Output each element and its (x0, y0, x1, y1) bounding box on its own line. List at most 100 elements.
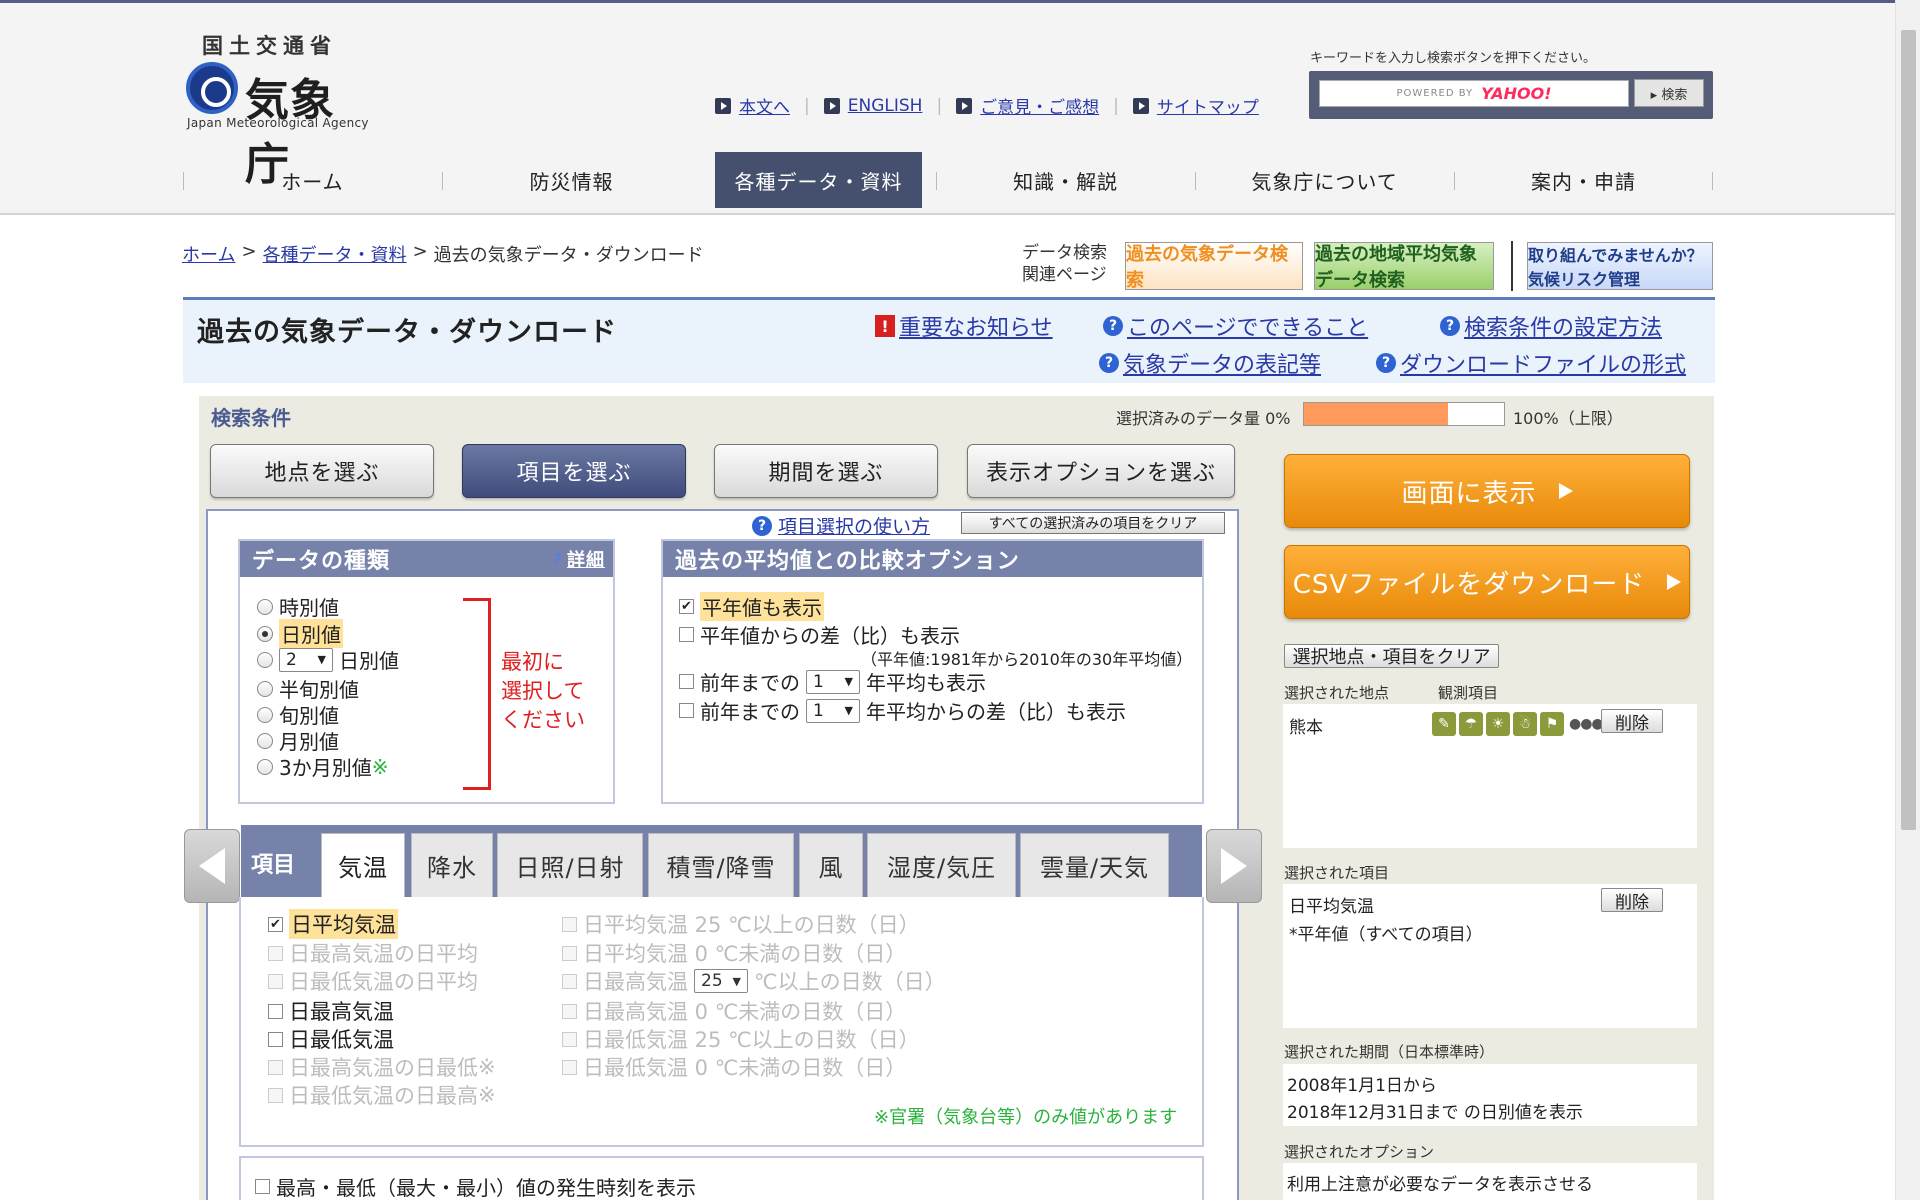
nav-data-materials[interactable]: 各種データ・資料 (714, 152, 923, 208)
radio-icon[interactable] (257, 732, 273, 749)
tab-precipitation[interactable]: 降水 (411, 833, 493, 897)
radio-decade[interactable]: 旬別値 (257, 700, 339, 729)
important-notice-link[interactable]: 重要なお知らせ (899, 310, 1053, 342)
checkbox[interactable] (268, 1031, 283, 1047)
item-days-mean-above-25[interactable]: 日平均気温 25 ℃以上の日数（日） (562, 909, 920, 939)
select-station-button[interactable]: 地点を選ぶ (210, 444, 434, 498)
search-input[interactable]: POWERED BY YAHOO! (1319, 80, 1629, 107)
radio-daily[interactable]: 日別値 (257, 619, 343, 648)
radio-3-months[interactable]: 3か月別値 ※ (257, 752, 389, 781)
nav-disaster-info[interactable]: 防災情報 (441, 152, 701, 208)
item-days-max-below-0[interactable]: 日最高気温 0 ℃未満の日数（日） (562, 996, 906, 1026)
n-days-select[interactable]: 2 ▼ (279, 647, 333, 672)
what-you-can-do-link[interactable]: このページでできること (1127, 310, 1368, 342)
data-type-detail-link[interactable]: 詳細 (567, 546, 605, 572)
delete-station-button[interactable]: 削除 (1601, 709, 1663, 734)
checkbox[interactable] (268, 1059, 283, 1075)
prev-year-average-option[interactable]: 前年までの 1 ▼ 年平均も表示 (679, 667, 986, 696)
year-count-select[interactable]: 1 ▼ (806, 698, 860, 723)
year-count-select[interactable]: 1 ▼ (806, 669, 860, 694)
item-days-min-above-25[interactable]: 日最低気温 25 ℃以上の日数（日） (562, 1024, 920, 1054)
search-button[interactable]: ▸ 検索 (1634, 79, 1704, 107)
radio-hourly[interactable]: 時別値 (257, 592, 339, 621)
checkbox[interactable] (562, 1059, 577, 1075)
select-items-button[interactable]: 項目を選ぶ (462, 444, 686, 498)
radio-icon[interactable] (257, 706, 273, 723)
tab-cloud-weather[interactable]: 雲量/天気 (1020, 833, 1169, 897)
scrollbar-thumb[interactable] (1901, 30, 1916, 830)
feedback-link[interactable]: ご意見・ご感想 (980, 93, 1099, 118)
file-format-link[interactable]: ダウンロードファイルの形式 (1400, 347, 1686, 379)
sitemap-link[interactable]: サイトマップ (1157, 93, 1259, 118)
checkbox[interactable] (679, 703, 694, 718)
radio-icon[interactable] (257, 680, 273, 697)
checkbox[interactable] (562, 916, 577, 932)
threshold-select[interactable]: 25 ▼ (694, 969, 748, 993)
show-on-screen-button[interactable]: 画面に表示 (1284, 454, 1690, 528)
checkbox-checked[interactable]: ✔ (679, 599, 694, 614)
checkbox-checked[interactable]: ✔ (268, 916, 283, 932)
clear-all-selected-button[interactable]: すべての選択済みの項目をクリア (961, 512, 1225, 534)
checkbox[interactable] (268, 1003, 283, 1019)
item-selection-help-link[interactable]: 項目選択の使い方 (778, 512, 930, 539)
select-display-options-button[interactable]: 表示オプションを選ぶ (967, 444, 1235, 498)
item-mean-daily-max[interactable]: 日最高気温の日平均 (268, 938, 478, 968)
item-days-min-below-0[interactable]: 日最低気温 0 ℃未満の日数（日） (562, 1052, 906, 1082)
breadcrumb-data[interactable]: 各種データ・資料 (263, 241, 407, 267)
select-period-button[interactable]: 期間を選ぶ (714, 444, 938, 498)
radio-icon[interactable] (257, 651, 273, 668)
item-days-max-above-threshold[interactable]: 日最高気温 25 ▼ ℃以上の日数（日） (562, 966, 946, 996)
item-daily-min[interactable]: 日最低気温 (268, 1024, 394, 1054)
csv-download-button[interactable]: CSVファイルをダウンロード (1284, 545, 1690, 619)
radio-icon[interactable] (257, 598, 273, 615)
radio-half-decade[interactable]: 半旬別値 (257, 674, 359, 703)
prev-year-diff-option[interactable]: 前年までの 1 ▼ 年平均からの差（比）も表示 (679, 696, 1126, 725)
past-weather-search-banner[interactable]: 過去の気象データ検索 (1125, 242, 1303, 291)
climate-risk-banner[interactable]: 取り組んでみませんか？気候リスク管理 (1527, 242, 1713, 290)
checkbox[interactable] (268, 973, 283, 989)
checkbox[interactable] (255, 1179, 270, 1194)
checkbox[interactable] (562, 973, 577, 989)
normal-diff-option[interactable]: 平年値からの差（比）も表示 (679, 620, 960, 649)
nav-about[interactable]: 気象庁について (1195, 152, 1454, 208)
tab-humidity-pressure[interactable]: 湿度/気圧 (867, 833, 1016, 897)
tab-prev-button[interactable] (184, 829, 240, 903)
tab-temperature[interactable]: 気温 (321, 833, 405, 897)
checkbox[interactable] (562, 1003, 577, 1019)
show-occurrence-time-option[interactable]: 最高・最低（最大・最小）値の発生時刻を表示 (255, 1172, 696, 1200)
tab-snow[interactable]: 積雪/降雪 (648, 833, 794, 897)
nav-guide[interactable]: 案内・申請 (1454, 152, 1713, 208)
checkbox[interactable] (268, 1087, 283, 1103)
checkbox[interactable] (679, 627, 694, 642)
normal-value-option[interactable]: ✔ 平年値も表示 (679, 592, 824, 621)
checkbox[interactable] (562, 1031, 577, 1047)
nav-home[interactable]: ホーム (183, 152, 442, 208)
tab-sunshine[interactable]: 日照/日射 (497, 833, 643, 897)
checkbox[interactable] (562, 945, 577, 961)
nav-knowledge[interactable]: 知識・解説 (936, 152, 1195, 208)
search-settings-link[interactable]: 検索条件の設定方法 (1464, 310, 1662, 342)
item-daily-mean-temp[interactable]: ✔ 日平均気温 (268, 909, 398, 939)
checkbox[interactable] (268, 945, 283, 961)
radio-n-days[interactable]: 2 ▼ 日別値 (257, 645, 399, 674)
item-daily-max[interactable]: 日最高気温 (268, 996, 394, 1026)
clear-stations-items-button[interactable]: 選択地点・項目をクリア (1284, 644, 1499, 668)
checkbox[interactable] (679, 674, 694, 689)
regional-average-search-banner[interactable]: 過去の地域平均気象データ検索 (1314, 242, 1494, 291)
tab-wind[interactable]: 風 (799, 833, 863, 897)
delete-item-button[interactable]: 削除 (1601, 888, 1663, 913)
item-highest-daily-min[interactable]: 日最低気温の日最高 ※ (268, 1080, 496, 1110)
skip-to-content-link[interactable]: 本文へ (739, 93, 790, 118)
english-link[interactable]: ENGLISH (848, 96, 923, 116)
scrollbar[interactable] (1895, 0, 1920, 1200)
radio-icon[interactable] (257, 758, 273, 775)
jma-logo[interactable]: 国土交通省 気象庁 Japan Meteorological Agency (185, 26, 375, 190)
tab-next-button[interactable] (1206, 829, 1262, 903)
breadcrumb-home[interactable]: ホーム (182, 241, 235, 267)
item-lowest-daily-max[interactable]: 日最高気温の日最低 ※ (268, 1052, 496, 1082)
radio-monthly[interactable]: 月別値 (257, 726, 339, 755)
notation-link[interactable]: 気象データの表記等 (1123, 347, 1321, 379)
item-days-mean-below-0[interactable]: 日平均気温 0 ℃未満の日数（日） (562, 938, 906, 968)
item-mean-daily-min[interactable]: 日最低気温の日平均 (268, 966, 478, 996)
radio-icon[interactable] (257, 625, 273, 642)
